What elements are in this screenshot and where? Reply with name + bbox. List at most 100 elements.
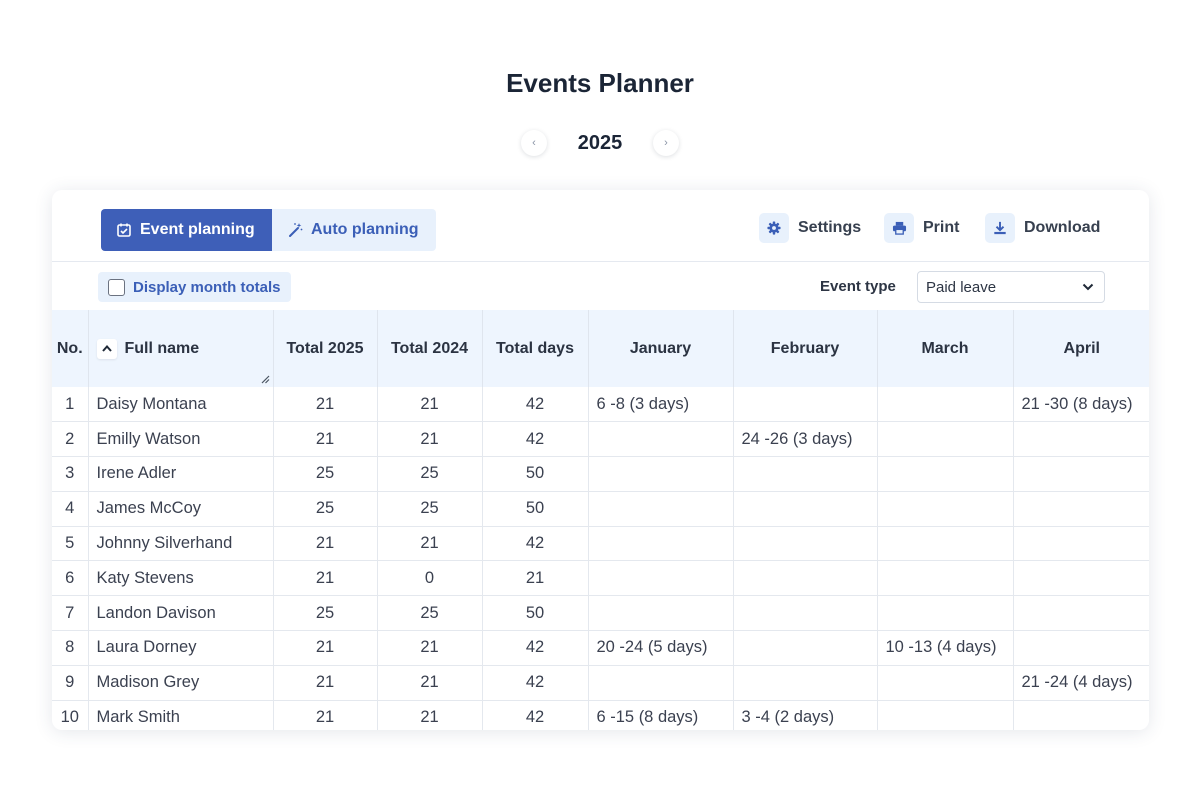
table-row[interactable]: 3 Irene Adler 25 25 50 [52,456,1149,492]
march-cell[interactable] [877,526,1014,562]
total-2025-cell: 21 [273,526,378,562]
full-name-cell: Landon Davison [88,595,274,632]
column-header-april[interactable]: April [1013,310,1149,387]
february-cell[interactable] [733,560,878,597]
row-number-cell: 8 [52,630,89,666]
march-cell[interactable] [877,456,1014,492]
next-year-button[interactable]: › [653,130,679,156]
march-cell[interactable] [877,387,1014,423]
table-body: 1 Daisy Montana 21 21 42 6 -8 (3 days) 21 -30 … [52,387,1149,730]
table-row[interactable]: 9 Madison Grey 21 21 42 21 -24 (4 days) [52,665,1149,701]
full-name-cell: Irene Adler [88,456,274,492]
february-cell[interactable]: 3 -4 (2 days) [733,700,878,730]
march-cell[interactable] [877,700,1014,730]
february-cell[interactable] [733,491,878,527]
tab-event-planning[interactable]: Event planning [101,209,272,251]
february-cell[interactable]: 24 -26 (3 days) [733,421,878,458]
table-row[interactable]: 8 Laura Dorney 21 21 42 20 -24 (5 days) 10 -13… [52,630,1149,666]
display-month-totals-toggle[interactable]: Display month totals [98,272,291,302]
calendar-check-icon [117,223,131,237]
march-cell[interactable] [877,595,1014,632]
tab-auto-planning[interactable]: Auto planning [272,209,436,251]
table-row[interactable]: 5 Johnny Silverhand 21 21 42 [52,526,1149,562]
previous-year-button[interactable]: ‹ [521,130,547,156]
january-cell[interactable]: 20 -24 (5 days) [588,630,734,666]
column-header-total-2024[interactable]: Total 2024 [377,310,483,387]
january-cell[interactable] [588,665,734,701]
column-resize-icon[interactable] [261,375,270,384]
table-row[interactable]: 1 Daisy Montana 21 21 42 6 -8 (3 days) 21 -30 … [52,387,1149,423]
march-cell[interactable] [877,665,1014,701]
tab-auto-planning-label: Auto planning [311,221,419,238]
column-header-full-name[interactable]: Full name [88,310,274,387]
total-2024-cell: 21 [377,387,483,423]
january-cell[interactable] [588,491,734,527]
column-header-total-2025[interactable]: Total 2025 [273,310,378,387]
row-number-cell: 3 [52,456,89,492]
full-name-cell: Johnny Silverhand [88,526,274,562]
table-row[interactable]: 7 Landon Davison 25 25 50 [52,595,1149,632]
january-cell[interactable] [588,421,734,458]
row-number-cell: 9 [52,665,89,701]
year-navigator: ‹ 2025 › [0,128,1200,160]
row-number-cell: 2 [52,421,89,458]
february-cell[interactable] [733,665,878,701]
april-cell[interactable] [1013,700,1149,730]
column-header-january[interactable]: January [588,310,734,387]
march-cell[interactable]: 10 -13 (4 days) [877,630,1014,666]
april-cell[interactable] [1013,630,1149,666]
settings-button[interactable]: Settings [759,213,861,243]
january-cell[interactable]: 6 -15 (8 days) [588,700,734,730]
january-cell[interactable]: 6 -8 (3 days) [588,387,734,423]
event-type-select[interactable]: Paid leave [917,271,1105,303]
download-button[interactable]: Download [985,213,1100,243]
sort-ascending-icon[interactable] [96,338,117,359]
table-row[interactable]: 2 Emilly Watson 21 21 42 24 -26 (3 days) [52,421,1149,458]
magic-wand-icon [289,223,303,237]
total-days-cell: 50 [482,491,589,527]
april-cell[interactable]: 21 -30 (8 days) [1013,387,1149,423]
total-days-cell: 42 [482,387,589,423]
march-cell[interactable] [877,421,1014,458]
total-2024-cell: 21 [377,665,483,701]
row-number-cell: 6 [52,560,89,597]
print-label: Print [923,219,960,236]
download-icon [985,213,1015,243]
full-name-cell: Katy Stevens [88,560,274,597]
full-name-cell: Laura Dorney [88,630,274,666]
april-cell[interactable] [1013,595,1149,632]
column-header-march[interactable]: March [877,310,1014,387]
april-cell[interactable]: 21 -24 (4 days) [1013,665,1149,701]
table-row[interactable]: 6 Katy Stevens 21 0 21 [52,560,1149,597]
february-cell[interactable] [733,526,878,562]
full-name-cell: Madison Grey [88,665,274,701]
table-row[interactable]: 4 James McCoy 25 25 50 [52,491,1149,527]
february-cell[interactable] [733,387,878,423]
january-cell[interactable] [588,560,734,597]
april-cell[interactable] [1013,560,1149,597]
january-cell[interactable] [588,456,734,492]
event-type-label: Event type [820,278,896,295]
total-2025-cell: 21 [273,700,378,730]
april-cell[interactable] [1013,456,1149,492]
february-cell[interactable] [733,595,878,632]
april-cell[interactable] [1013,491,1149,527]
april-cell[interactable] [1013,421,1149,458]
january-cell[interactable] [588,595,734,632]
column-header-no[interactable]: No. [52,310,89,387]
month-totals-label: Display month totals [133,278,281,296]
table-row[interactable]: 10 Mark Smith 21 21 42 6 -15 (8 days) 3 -4 (2 … [52,700,1149,730]
column-header-total-days[interactable]: Total days [482,310,589,387]
january-cell[interactable] [588,526,734,562]
column-header-february[interactable]: February [733,310,878,387]
chevron-down-icon [1082,283,1094,291]
february-cell[interactable] [733,630,878,666]
april-cell[interactable] [1013,526,1149,562]
print-button[interactable]: Print [884,213,959,243]
march-cell[interactable] [877,491,1014,527]
total-days-cell: 42 [482,665,589,701]
chevron-left-icon: ‹ [532,137,536,149]
month-totals-checkbox[interactable] [108,278,125,296]
march-cell[interactable] [877,560,1014,597]
february-cell[interactable] [733,456,878,492]
